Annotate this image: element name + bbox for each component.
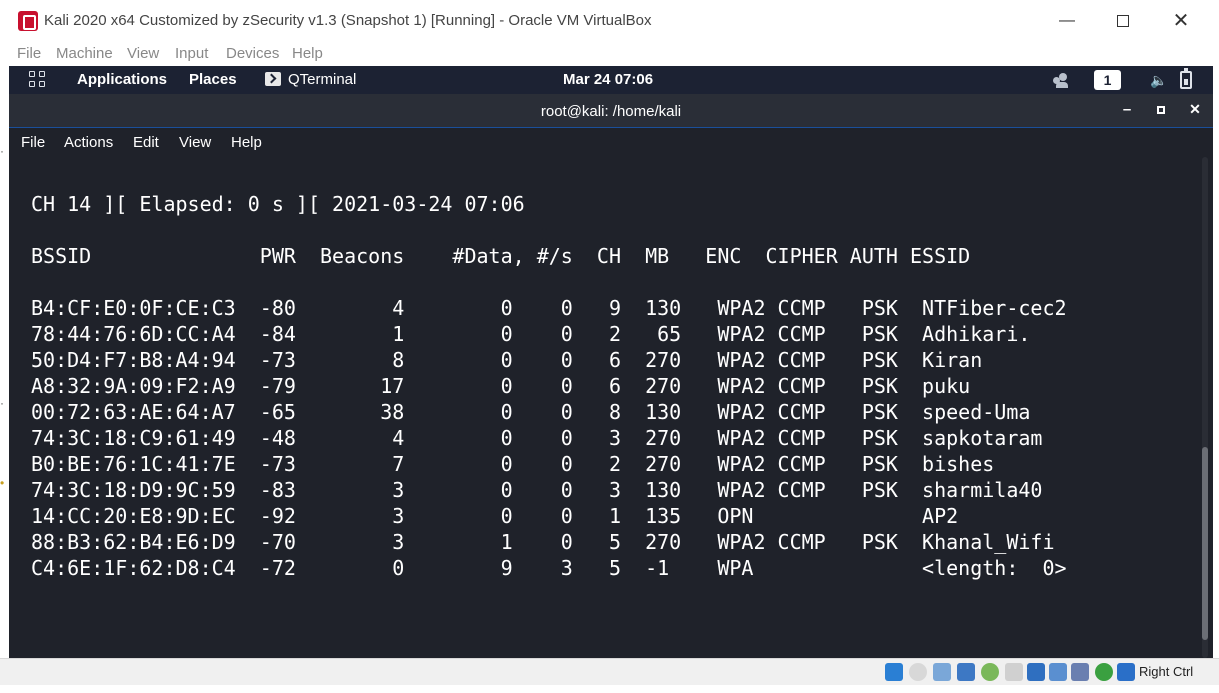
network-row: A8:32:9A:09:F2:A9 -79 17 0 0 6 270 WPA2 … bbox=[31, 374, 971, 398]
network-row: 74:3C:18:D9:9C:59 -83 3 0 0 3 130 WPA2 C… bbox=[31, 478, 1043, 502]
close-button[interactable]: ✕ bbox=[1158, 6, 1204, 36]
battery-icon[interactable] bbox=[1180, 68, 1192, 89]
terminal-titlebar: root@kali: /home/kali – ✕ bbox=[9, 94, 1213, 128]
terminal-scrollbar[interactable] bbox=[1202, 157, 1208, 658]
network-row: 78:44:76:6D:CC:A4 -84 1 0 0 2 65 WPA2 CC… bbox=[31, 322, 1031, 346]
applications-grid-icon[interactable] bbox=[29, 71, 47, 89]
network-row: 88:B3:62:B4:E6:D9 -70 3 1 0 5 270 WPA2 C… bbox=[31, 530, 1055, 554]
places-menu[interactable]: Places bbox=[189, 71, 237, 88]
usb-icon[interactable] bbox=[981, 663, 999, 681]
terminal-menu-file[interactable]: File bbox=[21, 134, 45, 151]
menu-view[interactable]: View bbox=[127, 45, 159, 62]
vbox-menubar: File Machine View Input Devices Help bbox=[0, 42, 1219, 66]
menu-devices[interactable]: Devices bbox=[226, 45, 279, 62]
applications-menu[interactable]: Applications bbox=[77, 71, 167, 88]
network-row: 00:72:63:AE:64:A7 -65 38 0 0 8 130 WPA2 … bbox=[31, 400, 1031, 424]
maximize-icon bbox=[1117, 14, 1129, 27]
airodump-header-line: CH 14 ][ Elapsed: 0 s ][ 2021-03-24 07:0… bbox=[31, 192, 525, 216]
video-capture-icon[interactable] bbox=[1049, 663, 1067, 681]
shared-folders-icon[interactable] bbox=[1005, 663, 1023, 681]
guest-display[interactable]: Applications Places QTerminal Mar 24 07:… bbox=[9, 66, 1213, 658]
network-row: B0:BE:76:1C:41:7E -73 7 0 0 2 270 WPA2 C… bbox=[31, 452, 995, 476]
menu-help[interactable]: Help bbox=[292, 45, 323, 62]
menu-machine[interactable]: Machine bbox=[56, 45, 113, 62]
hard-disk-icon[interactable] bbox=[885, 663, 903, 681]
terminal-menu-help[interactable]: Help bbox=[231, 134, 262, 151]
network-row: 74:3C:18:C9:61:49 -48 4 0 0 3 270 WPA2 C… bbox=[31, 426, 1043, 450]
terminal-output[interactable]: CH 14 ][ Elapsed: 0 s ][ 2021-03-24 07:0… bbox=[31, 192, 1201, 652]
terminal-menu-actions[interactable]: Actions bbox=[64, 134, 113, 151]
desktop-fragment: · bbox=[0, 396, 4, 410]
vbox-statusbar: Right Ctrl bbox=[0, 658, 1219, 685]
clock[interactable]: Mar 24 07:06 bbox=[563, 71, 653, 88]
network-row: B4:CF:E0:0F:CE:C3 -80 4 0 0 9 130 WPA2 C… bbox=[31, 296, 1067, 320]
terminal-scrollbar-thumb[interactable] bbox=[1202, 447, 1208, 640]
display-icon[interactable] bbox=[1027, 663, 1045, 681]
terminal-menubar: File Actions Edit View Help bbox=[9, 129, 1213, 157]
host-key-indicator[interactable]: Right Ctrl bbox=[1139, 664, 1193, 679]
terminal-menu-edit[interactable]: Edit bbox=[133, 134, 159, 151]
guest-additions-icon[interactable] bbox=[1095, 663, 1113, 681]
host-bottom-strip bbox=[0, 685, 1219, 693]
qterminal-taskbar-item[interactable]: QTerminal bbox=[288, 71, 356, 88]
airodump-columns-line: BSSID PWR Beacons #Data, #/s CH MB ENC C… bbox=[31, 244, 971, 268]
menu-file[interactable]: File bbox=[17, 45, 41, 62]
minimize-button[interactable]: — bbox=[1044, 6, 1090, 36]
menu-input[interactable]: Input bbox=[175, 45, 208, 62]
host-desktop-sliver: · · • bbox=[0, 66, 9, 658]
maximize-button[interactable] bbox=[1100, 6, 1146, 36]
virtualbox-kali-icon bbox=[18, 11, 38, 31]
vbox-titlebar: Kali 2020 x64 Customized by zSecurity v1… bbox=[0, 0, 1219, 42]
qterminal-icon bbox=[265, 72, 281, 86]
people-icon[interactable] bbox=[1053, 72, 1071, 88]
audio-icon[interactable] bbox=[933, 663, 951, 681]
desktop-fragment: • bbox=[0, 476, 5, 490]
terminal-minimize-button[interactable]: – bbox=[1117, 101, 1137, 121]
optical-drive-icon[interactable] bbox=[909, 663, 927, 681]
window-title: Kali 2020 x64 Customized by zSecurity v1… bbox=[44, 12, 652, 29]
terminal-title: root@kali: /home/kali bbox=[540, 103, 682, 120]
volume-muted-icon[interactable]: 🔈 bbox=[1150, 72, 1167, 88]
terminal-menu-view[interactable]: View bbox=[179, 134, 211, 151]
workspace-indicator[interactable]: 1 bbox=[1094, 70, 1121, 90]
kali-top-panel: Applications Places QTerminal Mar 24 07:… bbox=[9, 66, 1213, 94]
desktop-fragment: · bbox=[0, 144, 4, 158]
terminal-maximize-button[interactable] bbox=[1151, 101, 1171, 121]
network-row: C4:6E:1F:62:D8:C4 -72 0 9 3 5 -1 WPA <le… bbox=[31, 556, 1067, 580]
virtualization-icon[interactable] bbox=[1071, 663, 1089, 681]
network-row: 14:CC:20:E8:9D:EC -92 3 0 0 1 135 OPN AP… bbox=[31, 504, 959, 528]
network-row: 50:D4:F7:B8:A4:94 -73 8 0 0 6 270 WPA2 C… bbox=[31, 348, 983, 372]
mouse-integration-icon[interactable] bbox=[1117, 663, 1135, 681]
network-icon[interactable] bbox=[957, 663, 975, 681]
terminal-close-button[interactable]: ✕ bbox=[1185, 101, 1205, 121]
